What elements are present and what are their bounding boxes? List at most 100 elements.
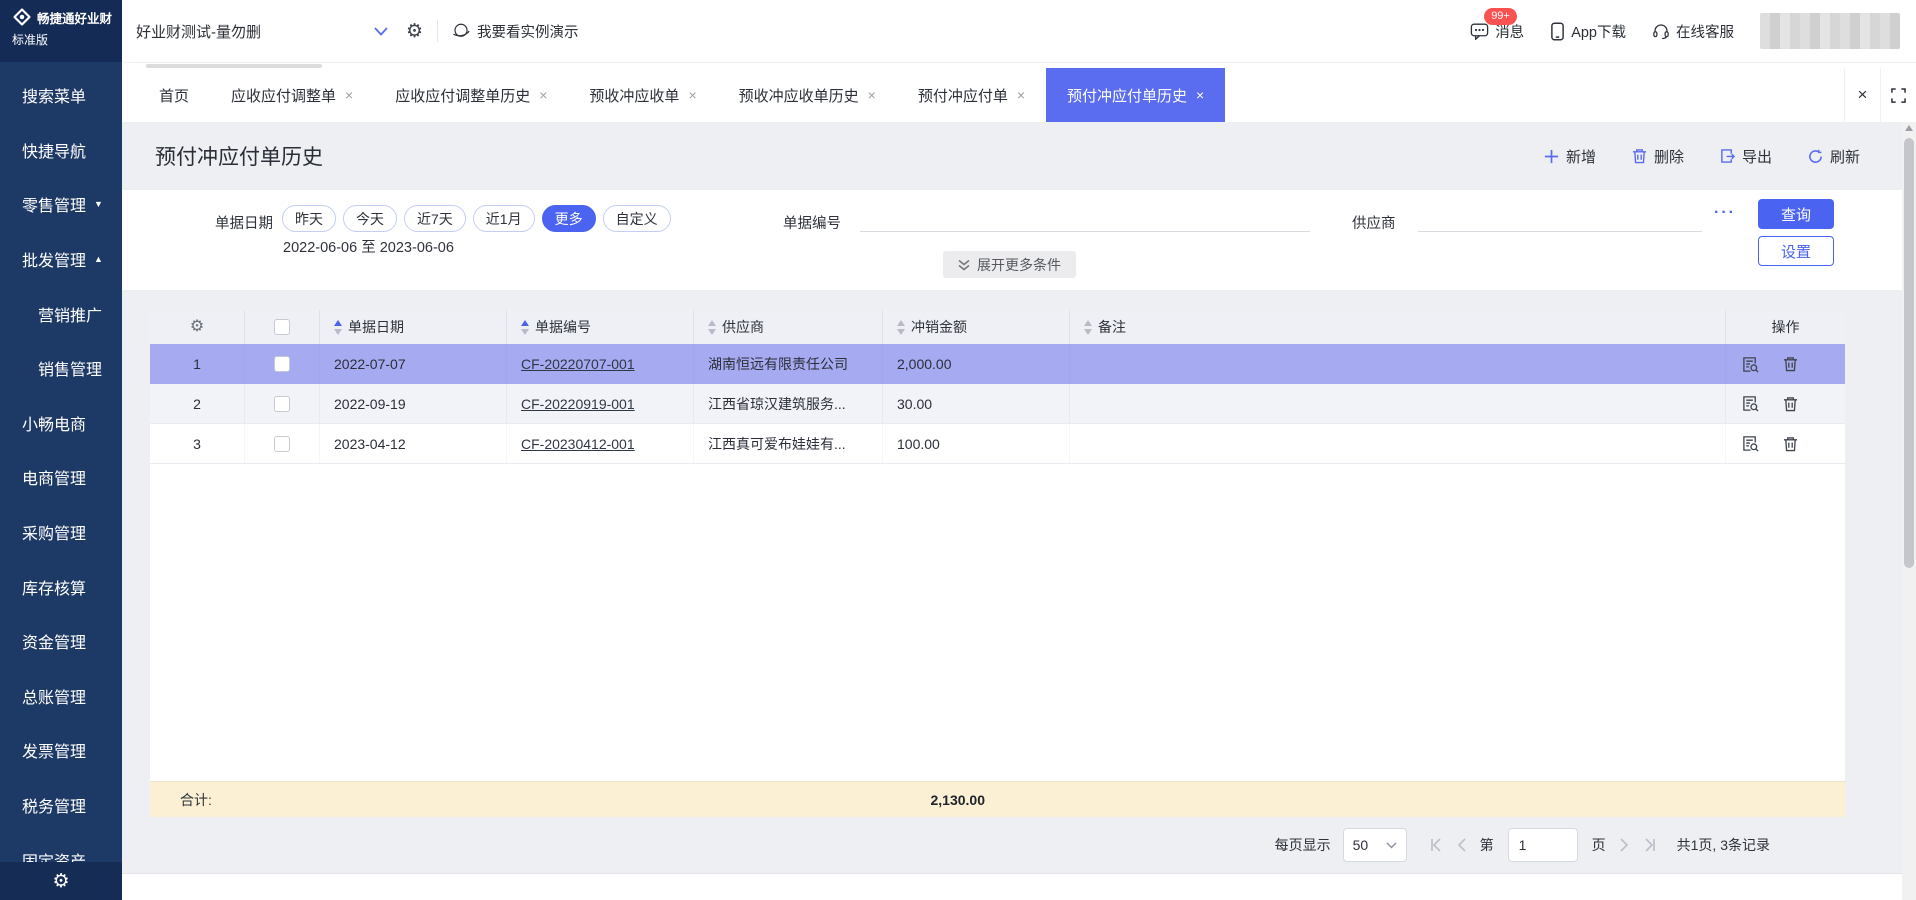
tab-prepaid-payment-offset-history[interactable]: 预付冲应付单历史×	[1046, 68, 1225, 122]
doc-no-link[interactable]: CF-20220919-001	[521, 396, 635, 412]
supplier-picker-ellipsis[interactable]: ···	[1714, 204, 1736, 222]
pill-last-month[interactable]: 近1月	[473, 205, 535, 232]
table-row[interactable]: 3 2023-04-12 CF-20230412-001 江西真可爱布娃娃有..…	[150, 424, 1845, 464]
online-support-label: 在线客服	[1676, 21, 1734, 42]
delete-row-icon[interactable]	[1783, 356, 1798, 372]
close-all-tabs-button[interactable]: ×	[1844, 68, 1880, 122]
row-index: 3	[150, 424, 245, 463]
sidebar-item-funds-mgmt[interactable]: 资金管理	[0, 614, 122, 669]
sort-icon[interactable]	[334, 320, 342, 335]
doc-no-input[interactable]	[860, 206, 1310, 232]
column-header-remark[interactable]: 备注	[1070, 310, 1726, 344]
sidebar-item-retail-mgmt[interactable]: 零售管理▼	[0, 177, 122, 232]
account-selector[interactable]: 好业财测试-量勿删	[136, 21, 388, 42]
tab-ar-ap-adjustment[interactable]: 应收应付调整单×	[210, 68, 374, 122]
next-page-icon[interactable]	[1620, 838, 1629, 852]
sidebar-item-invoice-mgmt[interactable]: 发票管理	[0, 723, 122, 778]
tab-scrollbar[interactable]	[146, 64, 322, 68]
sidebar-item-general-ledger[interactable]: 总账管理	[0, 669, 122, 724]
sidebar-item-xiaochang-ecom[interactable]: 小畅电商	[0, 396, 122, 451]
sidebar-item-tax-mgmt[interactable]: 税务管理	[0, 778, 122, 833]
close-icon[interactable]: ×	[345, 87, 353, 103]
sidebar-item-wholesale-mgmt[interactable]: 批发管理▲	[0, 232, 122, 287]
close-icon[interactable]: ×	[1017, 87, 1025, 103]
supplier-filter-label: 供应商	[1352, 212, 1396, 233]
select-all-checkbox[interactable]	[274, 319, 290, 335]
date-range-value[interactable]: 2022-06-06 至 2023-06-06	[283, 236, 454, 257]
close-icon[interactable]: ×	[868, 87, 876, 103]
scrollbar-thumb[interactable]	[1904, 138, 1914, 568]
delete-row-icon[interactable]	[1783, 436, 1798, 452]
delete-button[interactable]: 删除	[1632, 146, 1684, 167]
table-row[interactable]: 1 2022-07-07 CF-20220707-001 湖南恒远有限责任公司 …	[150, 344, 1845, 384]
close-icon[interactable]: ×	[539, 87, 547, 103]
date-pill-group: 昨天 今天 近7天 近1月 更多 自定义	[282, 205, 671, 232]
messages-button[interactable]: 消息 99+	[1470, 21, 1524, 42]
query-button[interactable]: 查询	[1758, 199, 1834, 229]
export-button[interactable]: 导出	[1720, 146, 1772, 167]
sidebar-item-quick-nav[interactable]: 快捷导航	[0, 123, 122, 178]
view-detail-icon[interactable]	[1742, 395, 1759, 412]
date-filter-label: 单据日期	[215, 212, 273, 233]
prev-page-icon[interactable]	[1457, 838, 1466, 852]
tab-prepaid-payment-offset[interactable]: 预付冲应付单×	[897, 68, 1046, 122]
per-page-select[interactable]: 50	[1343, 828, 1407, 862]
column-settings-gear-icon[interactable]: ⚙	[190, 319, 204, 335]
tab-home[interactable]: 首页	[138, 68, 210, 122]
sidebar-item-search-menu[interactable]: 搜索菜单	[0, 68, 122, 123]
settings-button[interactable]: 设置	[1758, 236, 1834, 266]
tab-prepaid-receipt-offset-history[interactable]: 预收冲应收单历史×	[718, 68, 897, 122]
view-detail-icon[interactable]	[1742, 356, 1759, 373]
sidebar-item-ecom-mgmt[interactable]: 电商管理	[0, 450, 122, 505]
sidebar-item-purchase-mgmt[interactable]: 采购管理	[0, 505, 122, 560]
app-download-button[interactable]: App下载	[1550, 21, 1626, 42]
close-icon[interactable]: ×	[688, 87, 696, 103]
column-header-supplier[interactable]: 供应商	[694, 310, 883, 344]
fullscreen-button[interactable]	[1880, 68, 1916, 122]
expand-more-button[interactable]: 展开更多条件	[943, 251, 1076, 278]
sidebar-menu: 搜索菜单 快捷导航 零售管理▼ 批发管理▲ 营销推广 销售管理 小畅电商 电商管…	[0, 62, 122, 900]
view-detail-icon[interactable]	[1742, 435, 1759, 452]
table-header: ⚙ 单据日期 单据编号 供应商	[150, 310, 1845, 344]
add-button[interactable]: 新增	[1544, 146, 1596, 167]
pill-yesterday[interactable]: 昨天	[282, 205, 336, 232]
pill-more[interactable]: 更多	[542, 205, 596, 232]
pill-today[interactable]: 今天	[343, 205, 397, 232]
pill-custom[interactable]: 自定义	[603, 205, 671, 232]
scroll-up-arrow-icon[interactable]	[1905, 125, 1913, 131]
row-checkbox[interactable]	[274, 356, 290, 372]
user-account-redacted[interactable]	[1760, 13, 1900, 49]
sidebar-item-sales-mgmt[interactable]: 销售管理	[0, 341, 122, 396]
vertical-scrollbar[interactable]	[1902, 122, 1916, 900]
settings-gear-icon[interactable]: ⚙	[406, 22, 423, 41]
refresh-button[interactable]: 刷新	[1808, 146, 1860, 167]
tab-ar-ap-adjustment-history[interactable]: 应收应付调整单历史×	[374, 68, 568, 122]
column-header-doc-no[interactable]: 单据编号	[507, 310, 694, 344]
sort-icon[interactable]	[708, 320, 716, 335]
sort-icon[interactable]	[1084, 320, 1092, 335]
close-icon[interactable]: ×	[1196, 87, 1204, 103]
trash-icon	[1632, 148, 1647, 164]
column-header-date[interactable]: 单据日期	[320, 310, 507, 344]
last-page-icon[interactable]	[1643, 838, 1657, 852]
tab-prepaid-receipt-offset[interactable]: 预收冲应收单×	[568, 68, 717, 122]
sidebar-item-marketing[interactable]: 营销推广	[0, 286, 122, 341]
supplier-input[interactable]	[1418, 206, 1702, 232]
delete-row-icon[interactable]	[1783, 396, 1798, 412]
sidebar-item-inventory-accounting[interactable]: 库存核算	[0, 559, 122, 614]
online-support-button[interactable]: 在线客服	[1652, 21, 1734, 42]
row-checkbox[interactable]	[274, 436, 290, 452]
sort-icon[interactable]	[897, 320, 905, 335]
demo-link[interactable]: 我要看实例演示	[452, 21, 579, 42]
pill-last-7-days[interactable]: 近7天	[404, 205, 466, 232]
sort-icon[interactable]	[521, 320, 529, 335]
column-header-amount[interactable]: 冲销金额	[883, 310, 1070, 344]
table-row[interactable]: 2 2022-09-19 CF-20220919-001 江西省琼汉建筑服务..…	[150, 384, 1845, 424]
doc-no-link[interactable]: CF-20220707-001	[521, 356, 635, 372]
page-number-input[interactable]	[1508, 828, 1578, 862]
sidebar-gear-icon[interactable]: ⚙	[52, 872, 69, 891]
doc-no-link[interactable]: CF-20230412-001	[521, 436, 635, 452]
tab-actions: ×	[1844, 68, 1916, 122]
row-checkbox[interactable]	[274, 396, 290, 412]
first-page-icon[interactable]	[1429, 838, 1443, 852]
